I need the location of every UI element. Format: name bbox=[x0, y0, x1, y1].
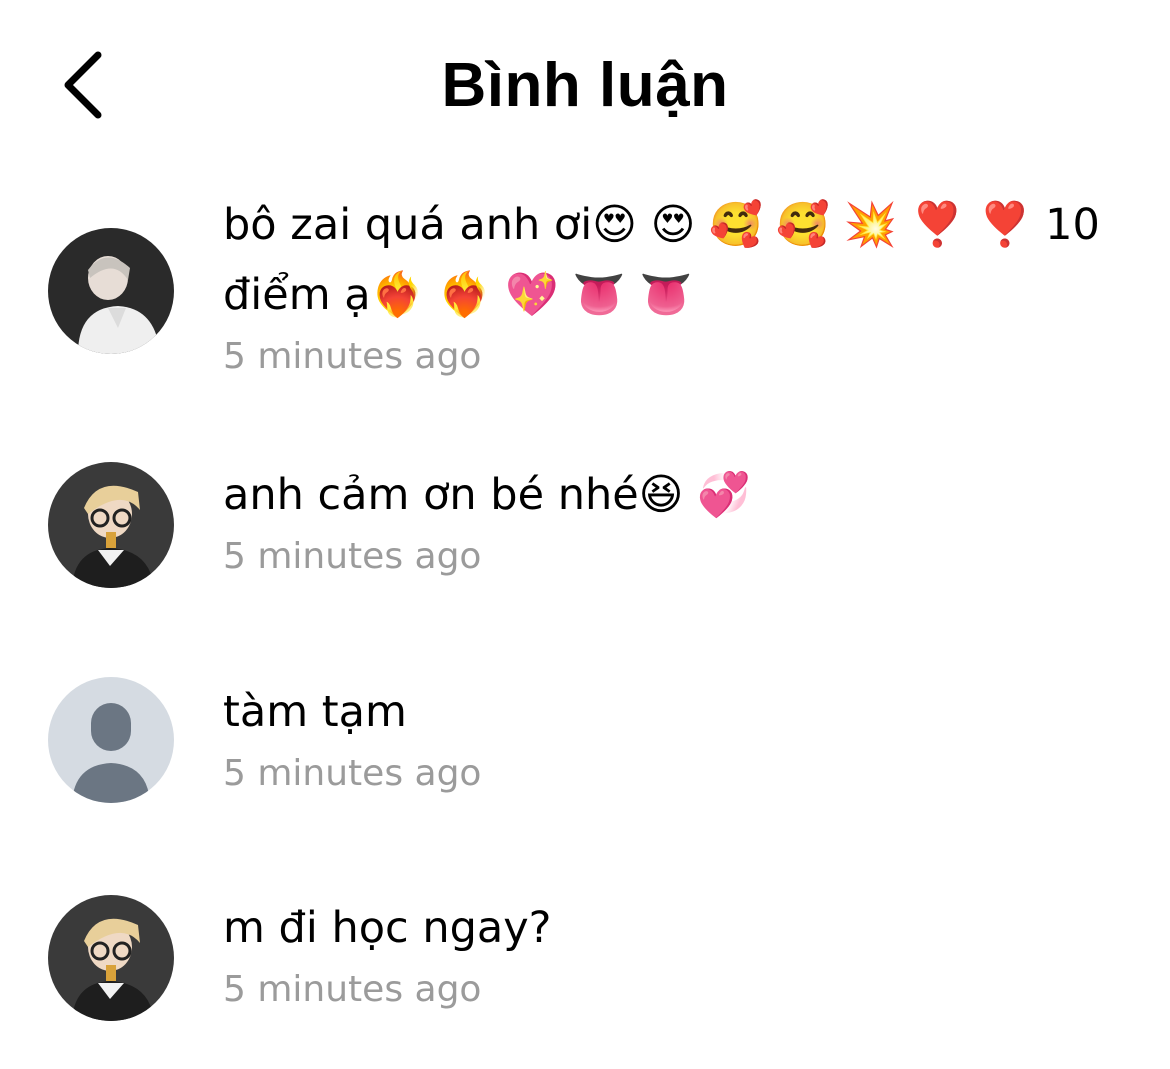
avatar[interactable] bbox=[48, 677, 174, 803]
comment-body: tàm tạm 5 minutes ago bbox=[223, 677, 1100, 794]
comment-time: 5 minutes ago bbox=[223, 753, 482, 794]
comment-body: bô zai quá anh ơi😍 😍 🥰 🥰 💥 ❣️ ❣️ 10 điểm… bbox=[223, 190, 1100, 377]
comment-body: m đi học ngay? 5 minutes ago bbox=[223, 893, 1100, 1010]
page-title: Bình luận bbox=[441, 51, 729, 120]
avatar[interactable] bbox=[48, 895, 174, 1021]
header-bar: Bình luận bbox=[0, 0, 1170, 170]
comment-text: anh cảm ơn bé nhé😆 💞 bbox=[223, 470, 751, 520]
comment-time: 5 minutes ago bbox=[223, 536, 482, 577]
comment-time: 5 minutes ago bbox=[223, 969, 482, 1010]
user-photo-icon bbox=[48, 895, 174, 1021]
comment-body: anh cảm ơn bé nhé😆 💞 5 minutes ago bbox=[223, 460, 1100, 577]
comment-text: m đi học ngay? bbox=[223, 903, 552, 953]
comment-text: bô zai quá anh ơi😍 😍 🥰 🥰 💥 ❣️ ❣️ 10 điểm… bbox=[223, 200, 1100, 320]
avatar[interactable] bbox=[48, 228, 174, 354]
comment-time: 5 minutes ago bbox=[223, 336, 482, 377]
person-icon bbox=[48, 677, 174, 803]
comment-text: tàm tạm bbox=[223, 687, 407, 737]
user-photo-icon bbox=[48, 462, 174, 588]
avatar[interactable] bbox=[48, 462, 174, 588]
user-photo-icon bbox=[48, 228, 174, 354]
